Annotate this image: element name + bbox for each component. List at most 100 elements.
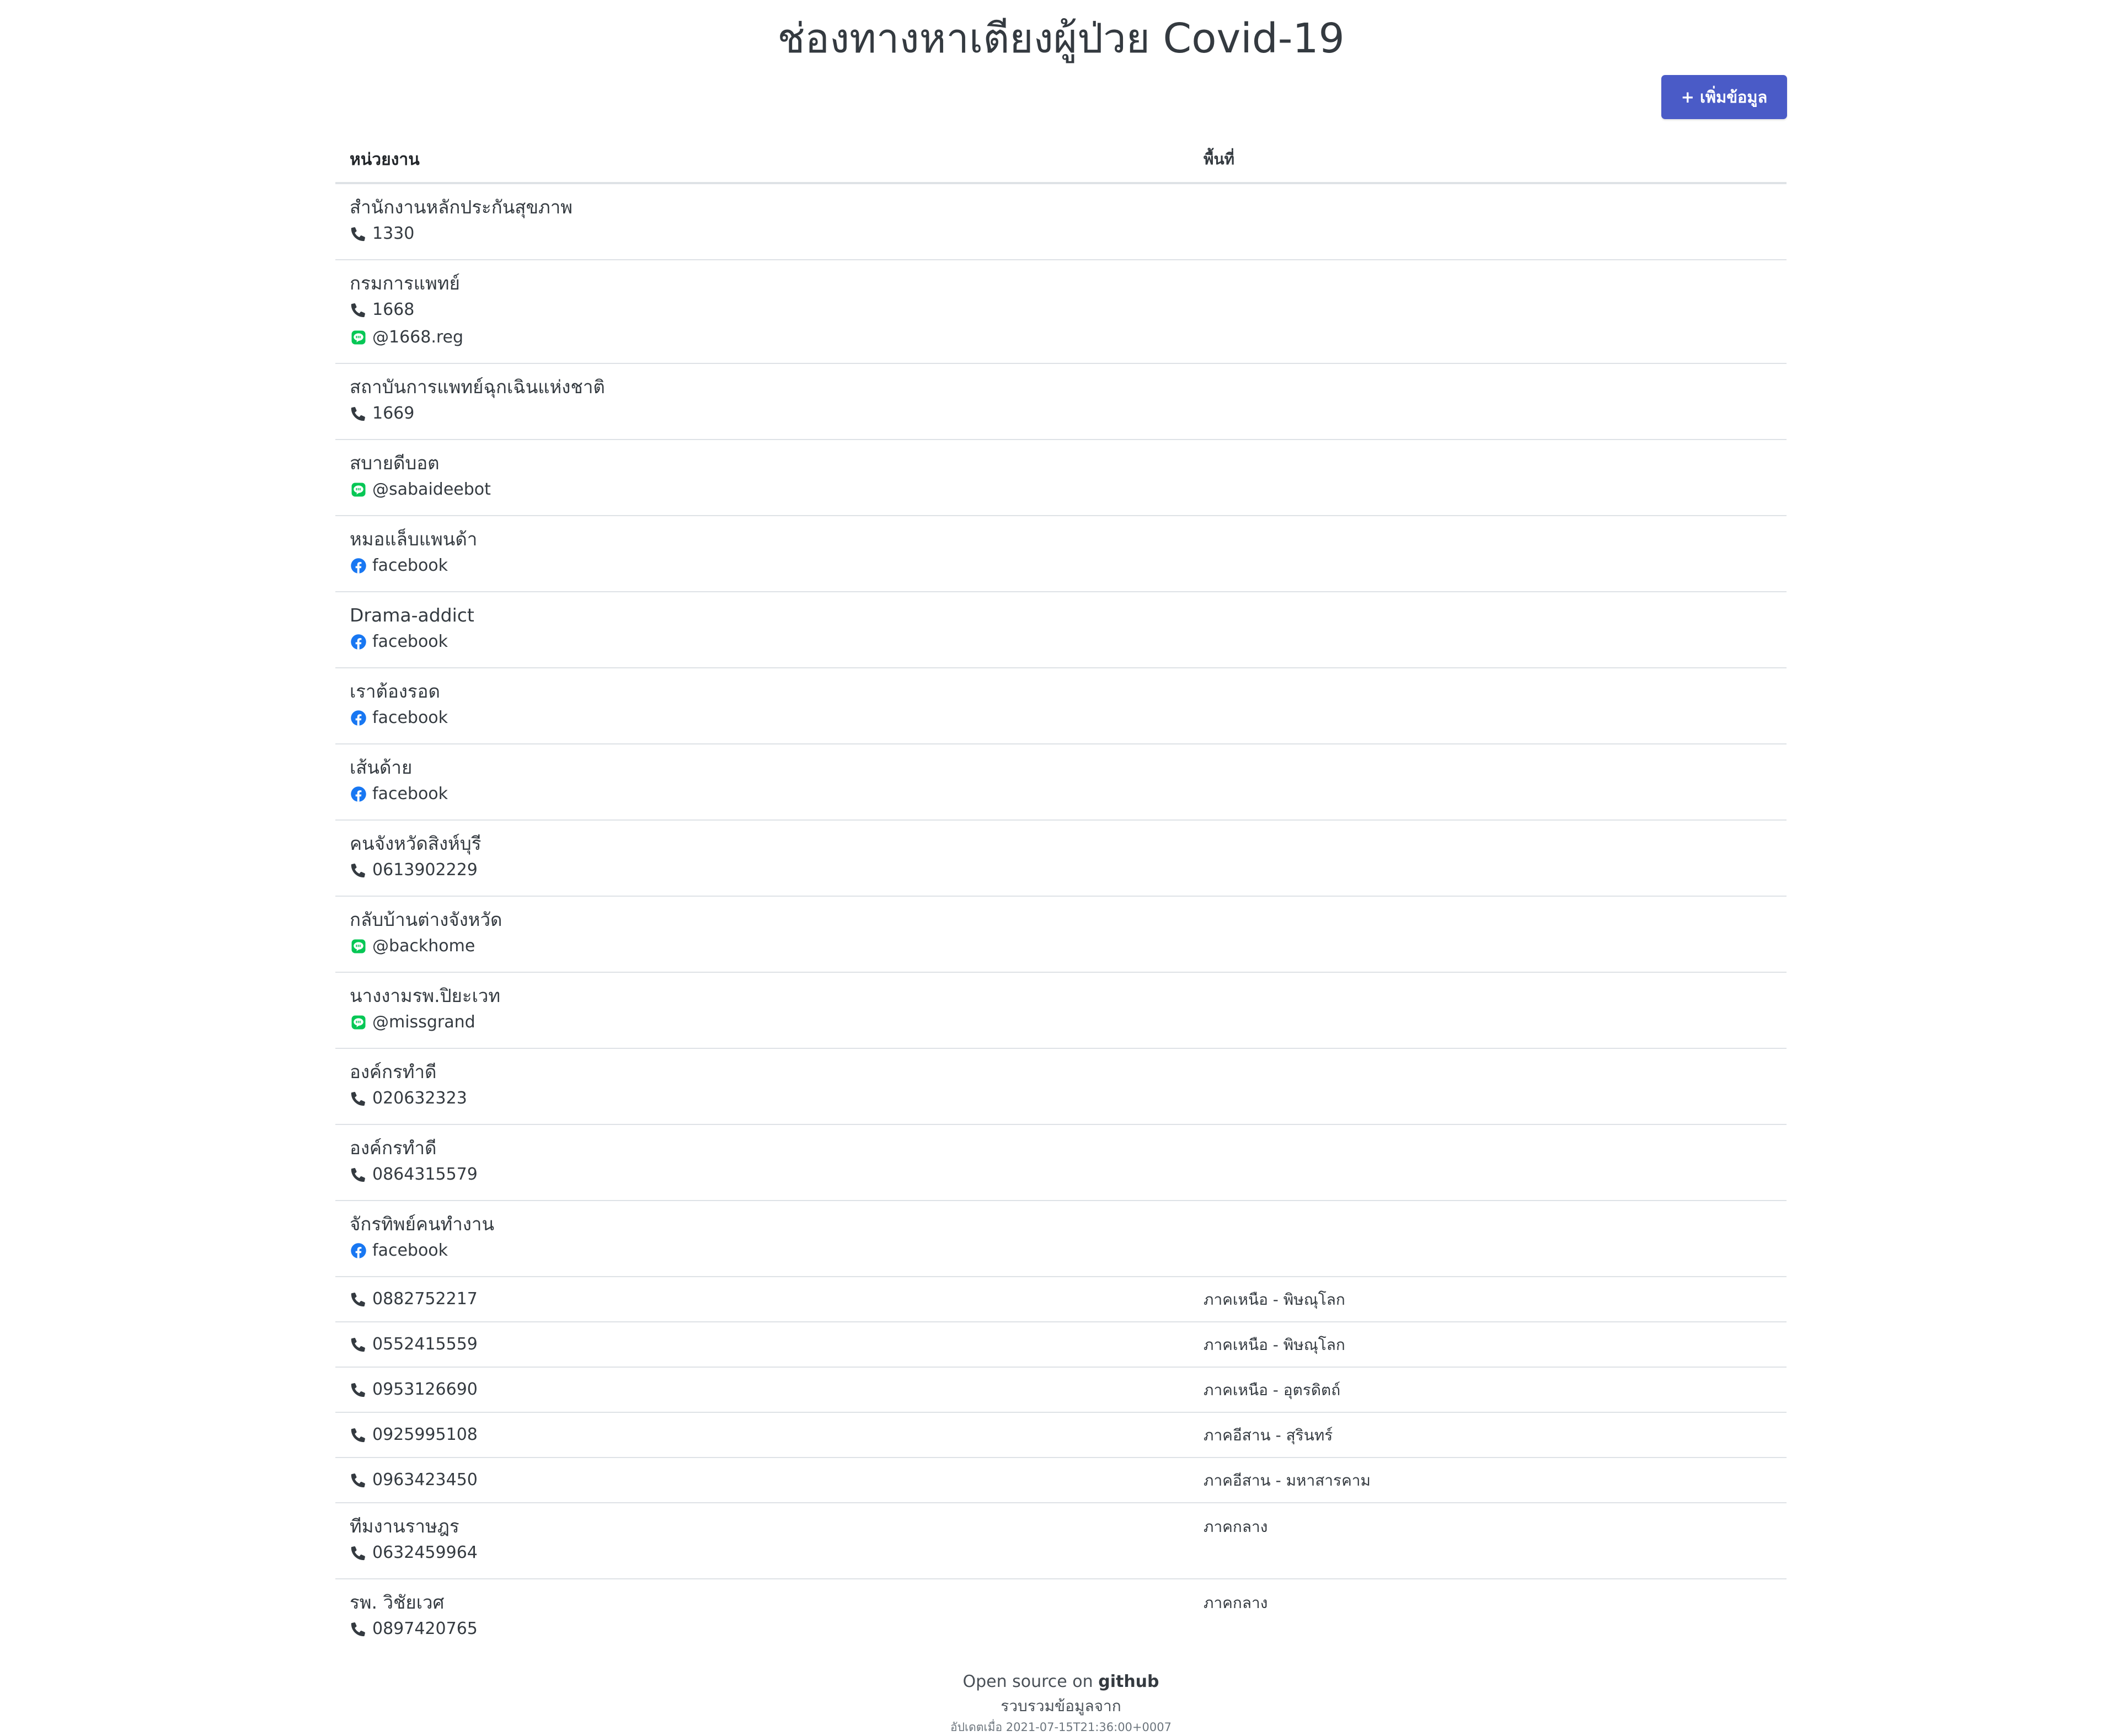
contact-text: 0864315579 xyxy=(372,1165,478,1184)
footer: Open source on github รวบรวมข้อมูลจาก อั… xyxy=(335,1670,1787,1736)
table-row: นางงามรพ.ปิยะเวท @missgrand xyxy=(335,973,1787,1049)
contact-phone-link[interactable]: 1669 xyxy=(350,403,414,425)
org-name: นางงามรพ.ปิยะเวท xyxy=(350,985,501,1006)
contact-phone-link[interactable]: 0882752217 xyxy=(350,1288,478,1310)
contact-phone-link[interactable]: 0552415559 xyxy=(350,1333,478,1355)
org-name: คนจังหวัดสิงห์บุรี xyxy=(350,833,482,854)
contact-facebook-link[interactable]: facebook xyxy=(350,631,448,653)
header-area: พื้นที่ xyxy=(1204,150,1235,168)
phone-icon xyxy=(350,1166,367,1183)
line-icon xyxy=(350,481,367,499)
add-data-button[interactable]: + เพิ่มข้อมูล xyxy=(1661,75,1787,119)
contact-facebook-link[interactable]: facebook xyxy=(350,1240,448,1262)
phone-icon xyxy=(350,1290,367,1308)
facebook-icon xyxy=(350,785,367,803)
contact-line-link[interactable]: @sabaideebot xyxy=(350,479,491,501)
table-row: 0882752217 ภาคเหนือ - พิษณุโลก xyxy=(335,1277,1787,1322)
org-name: องค์กรทำดี xyxy=(350,1061,437,1083)
org-name: เส้นด้าย xyxy=(350,757,413,778)
area-text: ภาคอีสาน - มหาสารคาม xyxy=(1204,1471,1371,1489)
header-org: หน่วยงาน xyxy=(350,150,420,169)
contact-text: 0552415559 xyxy=(372,1335,478,1354)
org-name: สำนักงานหลักประกันสุขภาพ xyxy=(350,196,573,218)
contact-phone-link[interactable]: 0613902229 xyxy=(350,859,478,881)
channels-table: หน่วยงาน พื้นที่ สำนักงานหลักประกันสุขภา… xyxy=(335,141,1787,1655)
table-row: จักรทิพย์คนทำงาน facebook xyxy=(335,1201,1787,1277)
area-text: ภาคเหนือ - พิษณุโลก xyxy=(1204,1290,1345,1309)
contact-line-link[interactable]: @1668.reg xyxy=(350,326,463,349)
contact-phone-link[interactable]: 020632323 xyxy=(350,1087,467,1110)
contact-text: @backhome xyxy=(372,936,475,956)
phone-icon xyxy=(350,1090,367,1107)
contact-text: 1330 xyxy=(372,224,415,243)
line-icon xyxy=(350,329,367,346)
contact-text: facebook xyxy=(372,708,448,727)
phone-icon xyxy=(350,1471,367,1489)
line-icon xyxy=(350,1014,367,1031)
contact-line-link[interactable]: @missgrand xyxy=(350,1011,475,1033)
page-root: ช่องทางหาเตียงผู้ป่วย Covid-19 + เพิ่มข้… xyxy=(0,0,2118,1736)
contact-text: facebook xyxy=(372,632,448,651)
org-name: รพ. วิชัยเวศ xyxy=(350,1592,445,1613)
phone-icon xyxy=(350,1544,367,1562)
facebook-icon xyxy=(350,709,367,727)
area-text: ภาคกลาง xyxy=(1204,1594,1268,1612)
contact-text: 0882752217 xyxy=(372,1289,478,1309)
table-row: รพ. วิชัยเวศ 0897420765 ภาคกลาง xyxy=(335,1579,1787,1655)
phone-icon xyxy=(350,301,367,319)
org-name: ทีมงานราษฎร xyxy=(350,1515,459,1537)
contact-phone-link[interactable]: 0925995108 xyxy=(350,1424,478,1446)
contact-phone-link[interactable]: 0963423450 xyxy=(350,1469,478,1491)
contact-facebook-link[interactable]: facebook xyxy=(350,707,448,729)
phone-icon xyxy=(350,405,367,422)
contact-phone-link[interactable]: 1668 xyxy=(350,299,414,321)
table-row: เส้นด้าย facebook xyxy=(335,744,1787,821)
org-name: สถาบันการแพทย์ฉุกเฉินแห่งชาติ xyxy=(350,376,605,398)
contact-phone-link[interactable]: 0864315579 xyxy=(350,1164,478,1186)
table-row: คนจังหวัดสิงห์บุรี 0613902229 xyxy=(335,821,1787,897)
phone-icon xyxy=(350,1336,367,1353)
contact-text: 0925995108 xyxy=(372,1425,478,1444)
contact-facebook-link[interactable]: facebook xyxy=(350,555,448,577)
table-row: Drama-addict facebook xyxy=(335,592,1787,668)
footer-updated: อัปเดตเมื่อ 2021-07-15T21:36:00+0007 xyxy=(950,1721,1172,1734)
table-row: กลับบ้านต่างจังหวัด @backhome xyxy=(335,897,1787,973)
phone-icon xyxy=(350,1620,367,1638)
contact-text: 0963423450 xyxy=(372,1470,478,1489)
table-header: หน่วยงาน พื้นที่ xyxy=(335,141,1787,184)
org-name: หมอแล็บแพนด้า xyxy=(350,528,478,550)
contact-text: facebook xyxy=(372,556,448,575)
contact-text: 0953126690 xyxy=(372,1380,478,1399)
github-link[interactable]: github xyxy=(1098,1672,1159,1691)
facebook-icon xyxy=(350,557,367,575)
contact-text: @1668.reg xyxy=(372,328,464,347)
area-text: ภาคเหนือ - อุตรดิตถ์ xyxy=(1204,1381,1341,1399)
table-row: สำนักงานหลักประกันสุขภาพ 1330 xyxy=(335,184,1787,260)
org-name: องค์กรทำดี xyxy=(350,1137,437,1159)
area-text: ภาคกลาง xyxy=(1204,1518,1268,1536)
contact-phone-link[interactable]: 0897420765 xyxy=(350,1618,478,1640)
org-name: กรมการแพทย์ xyxy=(350,272,460,294)
facebook-icon xyxy=(350,633,367,651)
org-name: เราต้องรอด xyxy=(350,681,440,702)
table-row: 0925995108 ภาคอีสาน - สุรินทร์ xyxy=(335,1413,1787,1458)
contact-phone-link[interactable]: 0632459964 xyxy=(350,1542,478,1564)
phone-icon xyxy=(350,225,367,243)
contact-facebook-link[interactable]: facebook xyxy=(350,783,448,805)
table-row: 0963423450 ภาคอีสาน - มหาสารคาม xyxy=(335,1458,1787,1503)
area-text: ภาคเหนือ - พิษณุโลก xyxy=(1204,1336,1345,1354)
footer-open-source: Open source on github xyxy=(335,1670,1787,1694)
facebook-icon xyxy=(350,1242,367,1260)
phone-icon xyxy=(350,1381,367,1399)
table-row: เราต้องรอด facebook xyxy=(335,668,1787,744)
footer-collected-from: รวบรวมข้อมูลจาก xyxy=(1001,1697,1121,1715)
contact-phone-link[interactable]: 0953126690 xyxy=(350,1379,478,1401)
line-icon xyxy=(350,937,367,955)
table-row: หมอแล็บแพนด้า facebook xyxy=(335,516,1787,592)
table-row: องค์กรทำดี 0864315579 xyxy=(335,1125,1787,1201)
contact-phone-link[interactable]: 1330 xyxy=(350,223,414,245)
phone-icon xyxy=(350,861,367,879)
contact-text: facebook xyxy=(372,784,448,803)
contact-text: 0897420765 xyxy=(372,1619,478,1638)
contact-line-link[interactable]: @backhome xyxy=(350,935,475,957)
